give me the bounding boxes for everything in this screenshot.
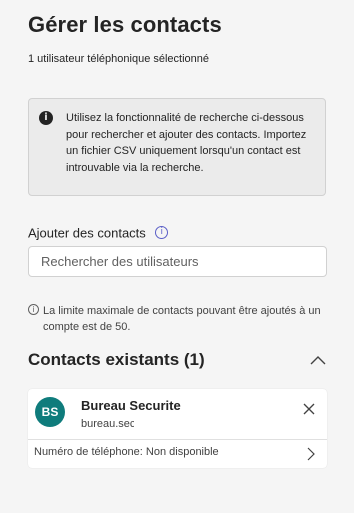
search-users-input[interactable] <box>28 246 327 277</box>
info-icon: i <box>39 111 53 125</box>
page-title: Gérer les contacts <box>28 12 222 37</box>
remove-contact-button[interactable] <box>300 400 318 418</box>
contact-email: bureau.sec <box>81 418 134 430</box>
contact-name: Bureau Securite <box>81 398 181 413</box>
close-icon <box>303 403 315 415</box>
info-circle-icon: i <box>28 304 39 315</box>
chevron-right-icon <box>307 447 315 461</box>
add-contacts-label-row: Ajouter des contacts i <box>28 224 169 241</box>
info-circle-icon[interactable]: i <box>155 226 169 240</box>
existing-contacts-title: Contacts existants (1) <box>28 350 205 369</box>
contact-card: BS Bureau Securite bureau.sec Numéro de … <box>28 389 327 468</box>
info-banner: i Utilisez la fonctionnalité de recherch… <box>28 98 326 196</box>
phone-number-row[interactable]: Numéro de téléphone: Non disponible <box>28 440 327 468</box>
manage-contacts-panel: Gérer les contacts 1 utilisateur télépho… <box>0 0 354 513</box>
limit-note-text: La limite maximale de contacts pouvant ê… <box>43 305 321 333</box>
info-banner-text: Utilisez la fonctionnalité de recherche … <box>66 112 307 174</box>
add-contacts-label: Ajouter des contacts <box>28 225 146 241</box>
phone-number-text: Numéro de téléphone: Non disponible <box>34 446 219 458</box>
chevron-up-icon <box>310 356 326 365</box>
avatar: BS <box>35 397 65 427</box>
collapse-section-button[interactable] <box>308 350 328 370</box>
page-subtitle: 1 utilisateur téléphonique sélectionné <box>28 53 210 65</box>
